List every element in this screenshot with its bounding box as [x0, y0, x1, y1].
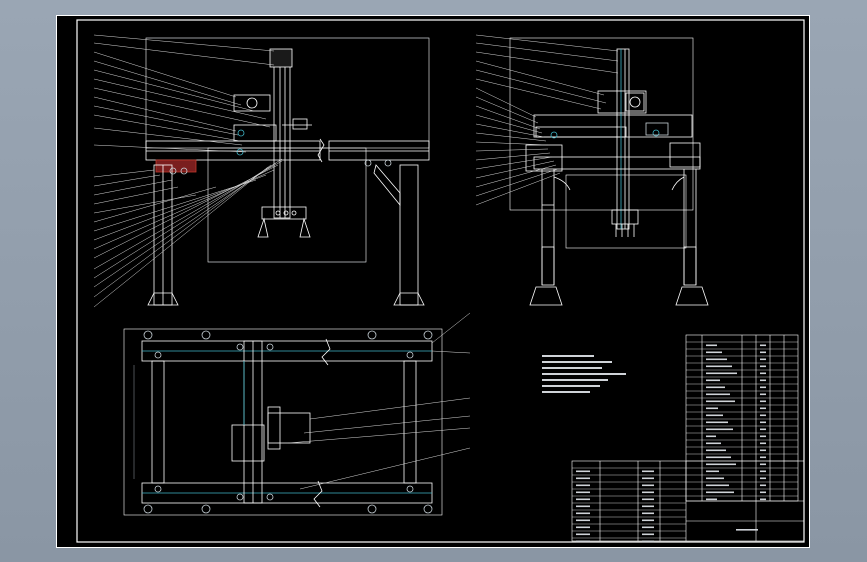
title-row-text: [576, 540, 590, 543]
parts-row-text: [706, 365, 732, 368]
title-row-value: [642, 519, 654, 522]
parts-row-qty: [760, 449, 766, 452]
parts-row-qty: [760, 358, 766, 361]
title-row-value: [642, 470, 654, 473]
outer-border: [56, 15, 810, 548]
parts-row-text: [706, 400, 735, 403]
parts-row-text: [706, 442, 721, 445]
title-row-text: [576, 498, 590, 501]
title-row-text: [576, 491, 590, 494]
parts-row-text: [706, 421, 728, 424]
title-row-value: [642, 477, 654, 480]
title-row-text: [576, 533, 590, 536]
front-elevation-view: [145, 37, 430, 306]
parts-row-qty: [760, 456, 766, 459]
parts-row-qty: [760, 372, 766, 375]
parts-row-qty: [760, 400, 766, 403]
title-row-value: [642, 491, 654, 494]
parts-row-text: [706, 358, 727, 361]
parts-row-text: [706, 484, 729, 487]
motor-box: [233, 94, 271, 112]
parts-row-text: [706, 428, 733, 431]
parts-row-text: [706, 414, 723, 417]
parts-row-qty: [760, 463, 766, 466]
parts-row-text: [706, 477, 724, 480]
title-row-text: [576, 470, 590, 473]
parts-row-qty: [760, 386, 766, 389]
parts-row-qty: [760, 484, 766, 487]
title-row-text: [576, 484, 590, 487]
title-block: [571, 460, 805, 542]
inner-border: [76, 19, 805, 543]
parts-list: [685, 334, 799, 502]
title-row-text: [576, 505, 590, 508]
parts-row-qty: [760, 491, 766, 494]
parts-row-text: [706, 498, 717, 501]
crossbeam-right: [328, 140, 430, 161]
title-drawing-number: [736, 529, 758, 531]
title-row-value: [642, 540, 654, 543]
parts-row-qty: [760, 344, 766, 347]
parts-row-text: [706, 393, 730, 396]
parts-row-text: [706, 491, 734, 494]
parts-row-qty: [760, 407, 766, 410]
title-row-value: [642, 484, 654, 487]
parts-row-text: [706, 449, 726, 452]
parts-row-qty: [760, 498, 766, 501]
parts-row-text: [706, 470, 719, 473]
parts-row-qty: [760, 421, 766, 424]
parts-row-qty: [760, 351, 766, 354]
side-motor: [597, 90, 647, 114]
parts-row-text: [706, 372, 737, 375]
parts-row-text: [706, 463, 736, 466]
plan-motor: [267, 412, 311, 444]
parts-row-qty: [760, 365, 766, 368]
title-row-value: [642, 526, 654, 529]
title-row-text: [576, 477, 590, 480]
plan-view: [123, 328, 443, 516]
plan-carriage: [231, 424, 265, 462]
parts-row-qty: [760, 379, 766, 382]
parts-row-qty: [760, 414, 766, 417]
parts-row-text: [706, 456, 731, 459]
parts-row-text: [706, 379, 720, 382]
side-view-leaders: [475, 34, 619, 206]
parts-row-qty: [760, 435, 766, 438]
drawing-sheet: [56, 15, 810, 548]
parts-row-qty: [760, 393, 766, 396]
parts-row-text: [706, 407, 718, 410]
technical-notes: [542, 355, 626, 393]
title-row-value: [642, 498, 654, 501]
plan-view-leaders: [287, 312, 471, 490]
parts-row-qty: [760, 470, 766, 473]
parts-row-text: [706, 435, 716, 438]
parts-row-qty: [760, 477, 766, 480]
title-row-text: [576, 519, 590, 522]
parts-row-text: [706, 386, 725, 389]
title-row-value: [642, 533, 654, 536]
title-row-value: [642, 505, 654, 508]
title-row-text: [576, 512, 590, 515]
parts-row-qty: [760, 428, 766, 431]
right-leg: [399, 164, 419, 306]
side-vertical-column: [616, 48, 630, 230]
parts-row-text: [706, 351, 722, 354]
parts-row-text: [706, 344, 717, 347]
parts-row-qty: [760, 442, 766, 445]
title-row-text: [576, 526, 590, 529]
cad-drawing: [56, 15, 810, 548]
title-row-value: [642, 512, 654, 515]
